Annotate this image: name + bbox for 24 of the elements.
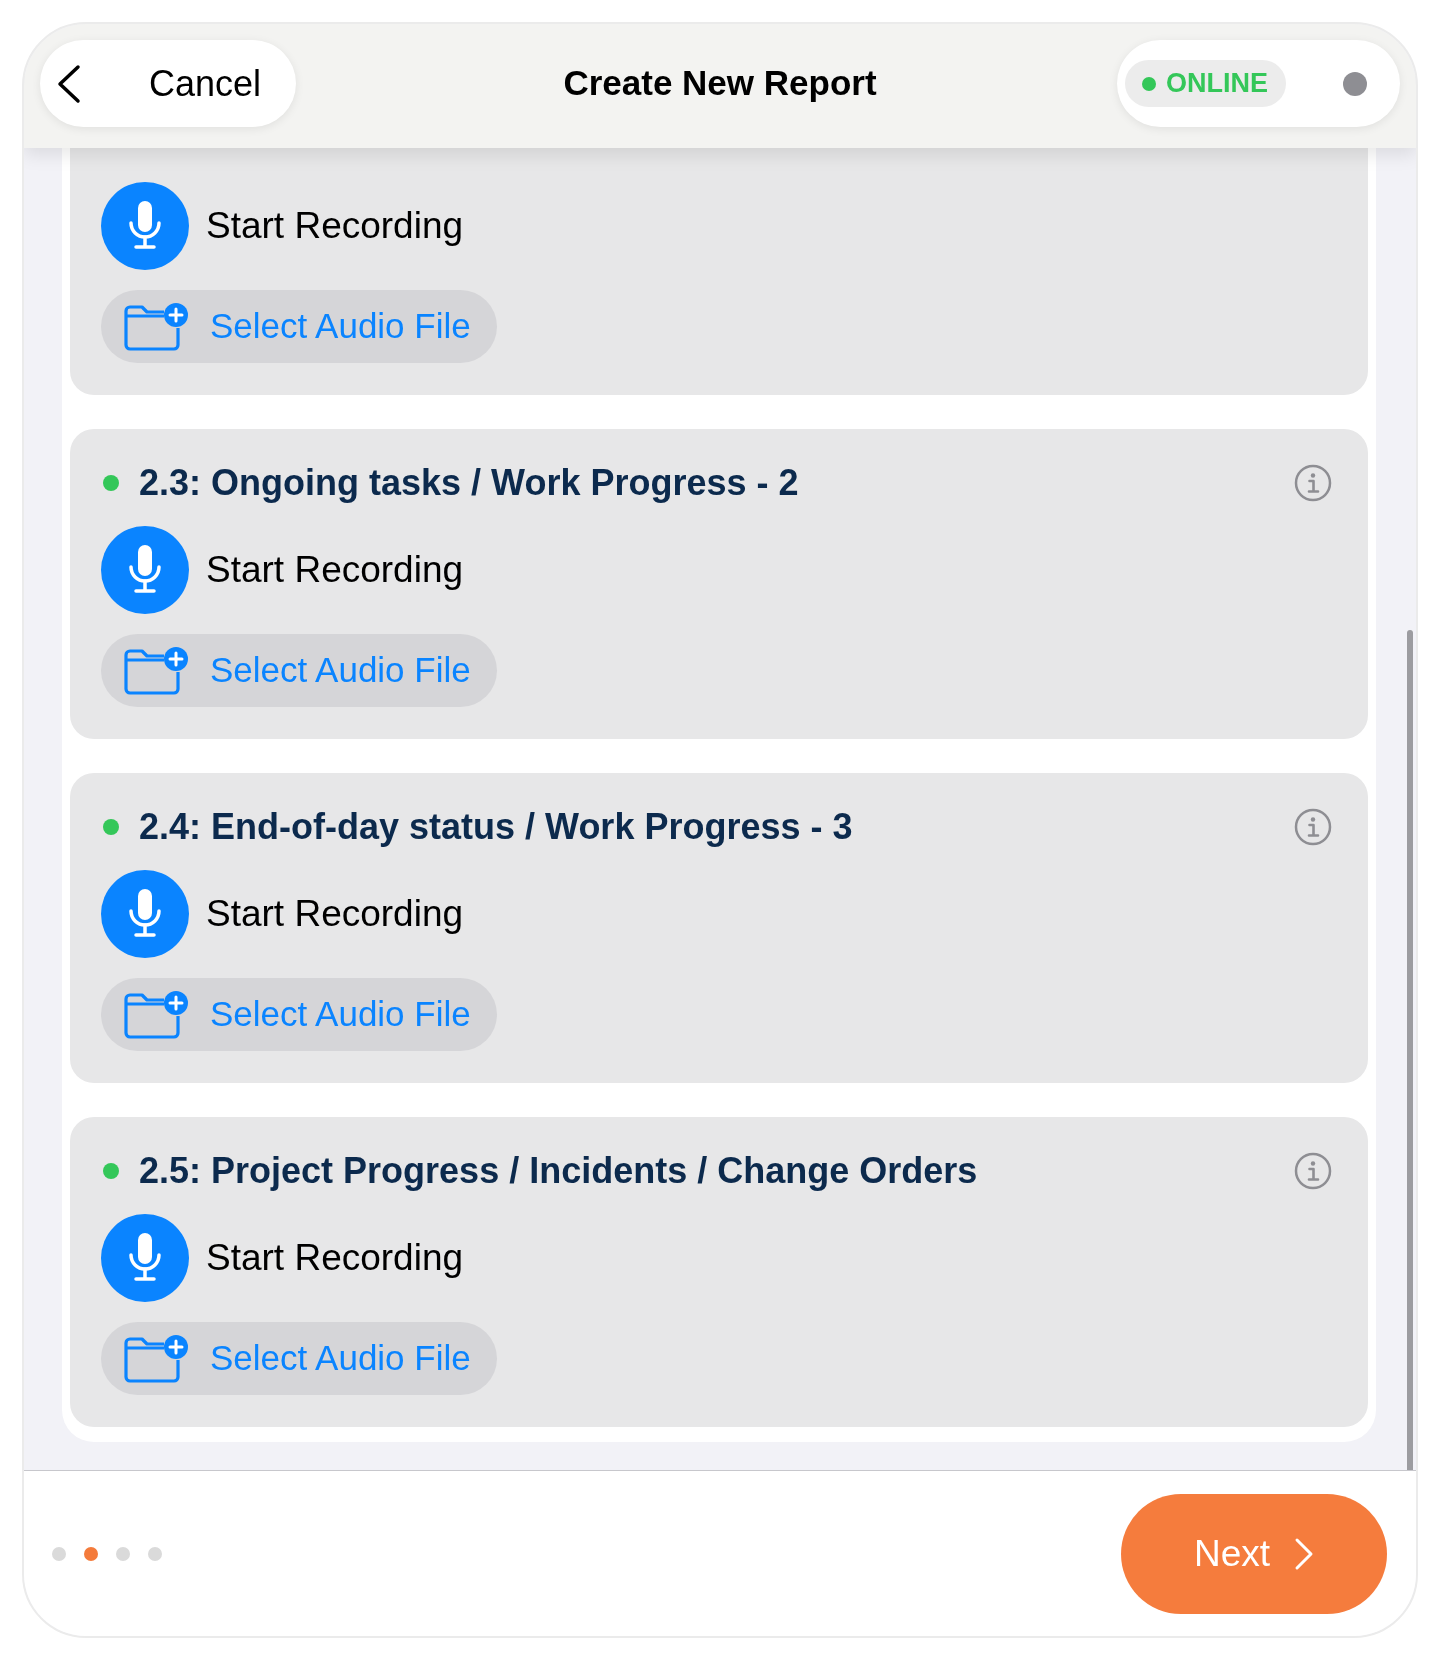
status-label: ONLINE <box>1166 67 1268 101</box>
microphone-icon <box>101 870 189 958</box>
start-recording-button[interactable]: Start Recording <box>101 526 464 614</box>
cancel-button[interactable]: Cancel <box>40 40 296 127</box>
microphone-icon <box>101 182 189 270</box>
folder-plus-icon <box>123 989 189 1040</box>
microphone-icon <box>101 526 189 614</box>
info-icon[interactable] <box>1294 464 1332 502</box>
folder-plus-icon <box>123 645 189 696</box>
back-chevron-icon <box>55 63 81 104</box>
chevron-right-icon <box>1294 1536 1315 1571</box>
microphone-icon <box>101 1214 189 1302</box>
folder-plus-icon <box>123 1333 189 1384</box>
start-recording-button[interactable]: Start Recording <box>101 870 464 958</box>
info-icon[interactable] <box>1294 1152 1332 1190</box>
start-recording-button[interactable]: Start Recording <box>101 182 464 270</box>
folder-plus-icon <box>123 301 189 352</box>
info-icon[interactable] <box>1294 808 1332 846</box>
section-title: 2.3: Ongoing tasks / Work Progress - 2 <box>139 461 800 505</box>
start-recording-button[interactable]: Start Recording <box>101 1214 464 1302</box>
window-title: Create New Report <box>563 62 877 105</box>
section-title: 2.4: End-of-day status / Work Progress - 3 <box>139 805 854 849</box>
dot-icon <box>1343 71 1367 96</box>
section-title: 2.5: Project Progress / Incidents / Change Orders <box>139 1149 979 1193</box>
